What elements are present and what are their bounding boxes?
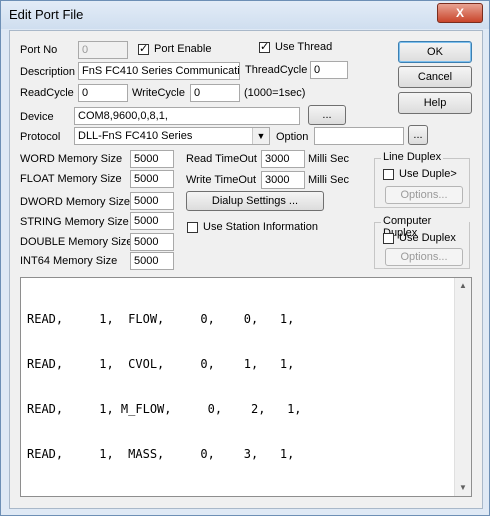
protocol-label: Protocol	[20, 131, 61, 143]
write-timeout-label: Write TimeOut	[186, 174, 257, 186]
memory-label: FLOAT Memory Size	[20, 173, 122, 185]
ok-button[interactable]: OK	[398, 41, 472, 63]
memory-label: DWORD Memory Size	[20, 196, 131, 208]
write-cycle-field[interactable]: 0	[190, 84, 240, 102]
use-thread-label: Use Thread	[275, 41, 333, 53]
memory-label: STRING Memory Size	[20, 216, 129, 228]
use-station-checkbox[interactable]	[187, 222, 198, 233]
read-timeout-label: Read TimeOut	[186, 153, 257, 165]
vertical-scrollbar[interactable]: ▲ ▼	[454, 278, 471, 496]
memory-field[interactable]: 5000	[130, 150, 174, 168]
dialup-settings-button[interactable]: Dialup Settings ...	[186, 191, 324, 211]
thread-cycle-label: ThreadCycle	[245, 64, 308, 76]
read-cycle-label: ReadCycle	[20, 87, 74, 99]
script-editor[interactable]: READ, 1, FLOW, 0, 0, 1, READ, 1, CVOL, 0…	[20, 277, 472, 497]
memory-field[interactable]: 5000	[130, 170, 174, 188]
line-duplex-group: Line Duplex Use Duple> Options...	[374, 151, 470, 208]
script-lines: READ, 1, FLOW, 0, 0, 1, READ, 1, CVOL, 0…	[27, 282, 302, 492]
memory-field[interactable]: 5000	[130, 233, 174, 251]
write-cycle-label: WriteCycle	[132, 87, 185, 99]
memory-label: INT64 Memory Size	[20, 255, 118, 267]
script-line: READ, 1, FLOW, 0, 0, 1,	[27, 312, 295, 326]
port-enable-checkbox[interactable]: ✓	[138, 44, 149, 55]
port-enable-label: Port Enable	[154, 43, 212, 55]
memory-field[interactable]: 5000	[130, 192, 174, 210]
memory-label: WORD Memory Size	[20, 153, 123, 165]
line-duplex-use-label: Use Duple>	[399, 168, 457, 180]
computer-duplex-group: Computer Duplex Use Duplex Options...	[374, 215, 470, 269]
option-label: Option	[276, 131, 309, 143]
write-timeout-unit: Milli Sec	[308, 174, 349, 186]
edit-port-file-window: Edit Port File X Port No 0 ✓ Port Enable…	[0, 0, 490, 516]
description-field[interactable]: FnS FC410 Series Communication	[78, 62, 240, 80]
device-field[interactable]: COM8,9600,0,8,1,	[74, 107, 300, 125]
window-title: Edit Port File	[9, 7, 84, 22]
write-timeout-field[interactable]: 3000	[261, 171, 305, 189]
option-field[interactable]	[314, 127, 404, 145]
protocol-dropdown[interactable]: DLL-FnS FC410 Series ▼	[74, 127, 270, 145]
dialog-client-area: Port No 0 ✓ Port Enable ✓ Use Thread Des…	[9, 30, 483, 509]
scroll-up-icon[interactable]: ▲	[455, 278, 471, 294]
memory-field[interactable]: 5000	[130, 212, 174, 230]
thread-cycle-field[interactable]: 0	[310, 61, 348, 79]
title-bar[interactable]: Edit Port File X	[1, 1, 489, 29]
line-duplex-options-button[interactable]: Options...	[385, 186, 463, 204]
read-cycle-field[interactable]: 0	[78, 84, 128, 102]
memory-label: DOUBLE Memory Size	[20, 236, 133, 248]
use-station-label: Use Station Information	[203, 221, 318, 233]
port-no-label: Port No	[20, 44, 58, 56]
port-no-field[interactable]: 0	[78, 41, 128, 59]
computer-duplex-checkbox[interactable]	[383, 233, 394, 244]
script-line: READ, 1, CVOL, 0, 1, 1,	[27, 357, 295, 371]
computer-duplex-use-label: Use Duplex	[399, 232, 456, 244]
cancel-button[interactable]: Cancel	[398, 66, 472, 88]
line-duplex-title: Line Duplex	[381, 151, 444, 163]
script-line: READ, 1, M_FLOW, 0, 2, 1,	[27, 402, 302, 416]
device-label: Device	[20, 111, 54, 123]
chevron-down-icon[interactable]: ▼	[252, 128, 269, 144]
protocol-selected-value: DLL-FnS FC410 Series	[78, 130, 193, 142]
scroll-down-icon[interactable]: ▼	[455, 480, 471, 496]
script-line: READ, 1, MASS, 0, 3, 1,	[27, 447, 295, 461]
memory-field[interactable]: 5000	[130, 252, 174, 270]
option-browse-button[interactable]: ...	[408, 125, 428, 145]
help-button[interactable]: Help	[398, 92, 472, 114]
use-thread-checkbox[interactable]: ✓	[259, 42, 270, 53]
read-timeout-field[interactable]: 3000	[261, 150, 305, 168]
description-label: Description	[20, 66, 76, 78]
computer-duplex-options-button[interactable]: Options...	[385, 248, 463, 266]
cycle-hint: (1000=1sec)	[244, 87, 306, 99]
read-timeout-unit: Milli Sec	[308, 153, 349, 165]
close-button[interactable]: X	[437, 3, 483, 23]
line-duplex-checkbox[interactable]	[383, 169, 394, 180]
device-browse-button[interactable]: ...	[308, 105, 346, 125]
